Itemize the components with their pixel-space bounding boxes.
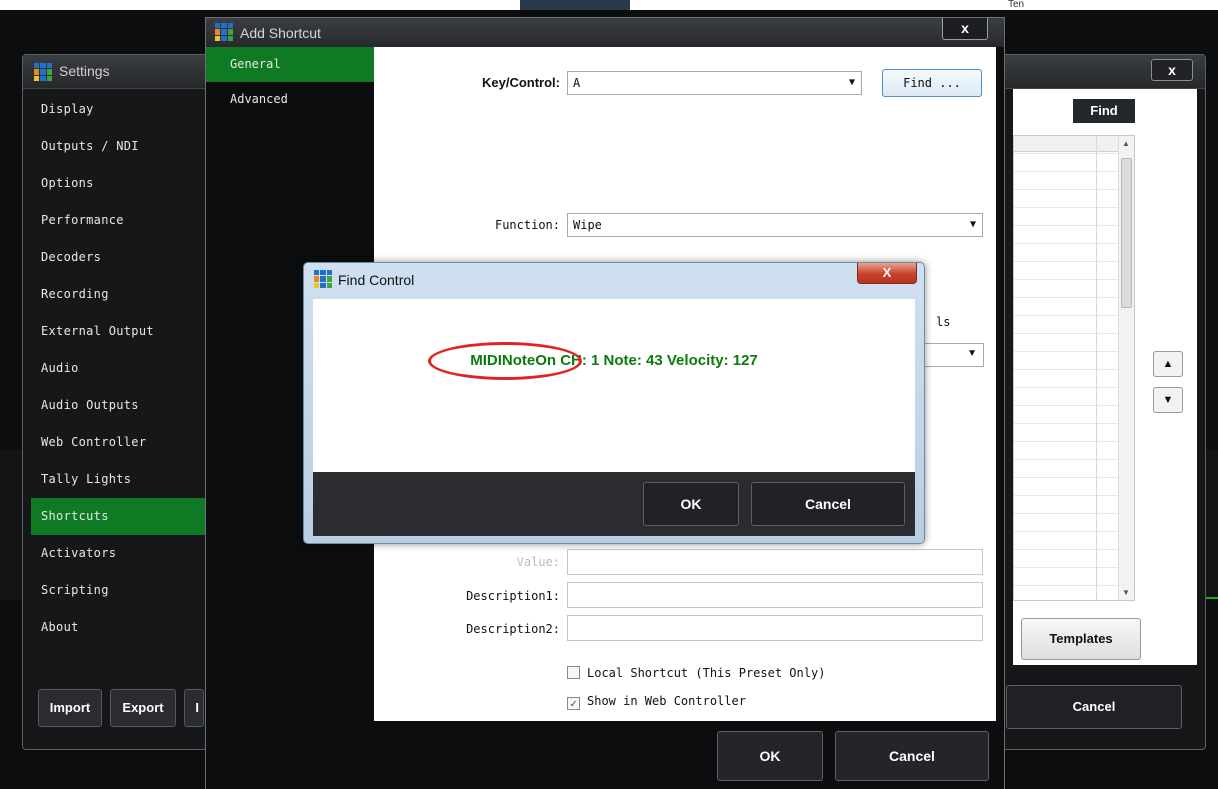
settings-bottom-button-3[interactable]: I (184, 689, 204, 727)
add-shortcut-ok-button[interactable]: OK (717, 731, 823, 781)
settings-nav: Display Outputs / NDI Options Performanc… (31, 91, 221, 651)
description1-label: Description1: (466, 589, 560, 603)
find-control-dialog: Find Control X MIDINoteOn CH: 1 Note: 43… (303, 262, 925, 544)
vmix-logo-icon (34, 63, 52, 81)
description2-input[interactable] (567, 615, 983, 641)
settings-nav-performance[interactable]: Performance (31, 202, 221, 239)
background-topbar-text: Ten (1008, 0, 1025, 10)
scroll-up-icon[interactable]: ▲ (1122, 139, 1130, 148)
background-thumbnail (520, 0, 630, 10)
tab-advanced[interactable]: Advanced (206, 82, 374, 117)
function-value: Wipe (573, 218, 602, 232)
find-control-ok-button[interactable]: OK (643, 482, 739, 526)
hidden-field-label-tail: ls (936, 315, 951, 329)
settings-nav-audio[interactable]: Audio (31, 350, 221, 387)
chevron-down-icon: ▼ (848, 77, 855, 88)
vmix-logo-icon (314, 270, 332, 288)
scroll-down-icon[interactable]: ▼ (1122, 588, 1130, 597)
description1-input[interactable] (567, 582, 983, 608)
show-in-web-controller-label: Show in Web Controller (587, 694, 746, 708)
find-control-title: Find Control (338, 272, 415, 288)
settings-nav-audio-outputs[interactable]: Audio Outputs (31, 387, 221, 424)
shortcuts-table[interactable]: ▲ ▼ (1013, 135, 1135, 601)
key-control-select[interactable]: A ▼ (567, 71, 862, 95)
function-label: Function: (494, 218, 560, 232)
tab-general[interactable]: General (206, 47, 374, 82)
shortcuts-table-column-divider (1096, 136, 1097, 600)
settings-nav-web-controller[interactable]: Web Controller (31, 424, 221, 461)
settings-nav-recording[interactable]: Recording (31, 276, 221, 313)
shortcuts-table-header (1014, 136, 1134, 152)
move-up-button[interactable]: ▲ (1153, 351, 1183, 377)
settings-nav-decoders[interactable]: Decoders (31, 239, 221, 276)
find-control-footer: OK Cancel (313, 472, 915, 536)
show-in-web-controller-row[interactable]: ✓ Show in Web Controller (567, 694, 746, 710)
show-in-web-controller-checkbox[interactable]: ✓ (567, 697, 580, 710)
settings-nav-outputs-ndi[interactable]: Outputs / NDI (31, 128, 221, 165)
settings-nav-tally-lights[interactable]: Tally Lights (31, 461, 221, 498)
key-control-value: A (573, 76, 581, 90)
function-select[interactable]: Wipe ▼ (567, 213, 983, 237)
templates-button[interactable]: Templates (1021, 618, 1141, 660)
local-shortcut-checkbox[interactable] (567, 666, 580, 679)
settings-cancel-button[interactable]: Cancel (1006, 685, 1182, 729)
hidden-field-select[interactable]: ▼ (922, 343, 984, 367)
chevron-down-icon: ▼ (969, 219, 976, 230)
settings-close-button[interactable]: x (1151, 59, 1193, 81)
description2-label: Description2: (466, 622, 560, 636)
move-down-button[interactable]: ▼ (1153, 387, 1183, 413)
local-shortcut-row[interactable]: Local Shortcut (This Preset Only) (567, 666, 825, 680)
value-input[interactable] (567, 549, 983, 575)
settings-nav-options[interactable]: Options (31, 165, 221, 202)
scrollbar-thumb[interactable] (1121, 158, 1132, 308)
shortcuts-table-scrollbar[interactable]: ▲ ▼ (1118, 136, 1134, 600)
key-control-label: Key/Control: (482, 75, 560, 90)
background-top-strip (0, 0, 1218, 10)
import-button[interactable]: Import (38, 689, 102, 727)
settings-nav-shortcuts[interactable]: Shortcuts (31, 498, 221, 535)
add-shortcut-titlebar[interactable]: Add Shortcut x (206, 18, 1004, 47)
settings-nav-external-output[interactable]: External Output (31, 313, 221, 350)
key-control-find-button[interactable]: Find ... (882, 69, 982, 97)
local-shortcut-label: Local Shortcut (This Preset Only) (587, 666, 826, 680)
shortcuts-find-button[interactable]: Find (1073, 99, 1135, 123)
find-control-cancel-button[interactable]: Cancel (751, 482, 905, 526)
midi-message-readout: MIDINoteOn CH: 1 Note: 43 Velocity: 127 (470, 352, 758, 369)
shortcuts-panel: Find ▲ ▼ ▲ ▼ (1013, 89, 1197, 665)
settings-nav-activators[interactable]: Activators (31, 535, 221, 572)
add-shortcut-close-button[interactable]: x (942, 18, 988, 40)
value-label: Value: (516, 555, 560, 569)
export-button[interactable]: Export (110, 689, 176, 727)
find-control-close-button[interactable]: X (857, 263, 917, 284)
settings-title: Settings (59, 63, 110, 79)
add-shortcut-cancel-button[interactable]: Cancel (835, 731, 989, 781)
settings-nav-about[interactable]: About (31, 609, 221, 646)
highlight-ellipse-annotation (428, 342, 582, 380)
add-shortcut-title: Add Shortcut (240, 25, 321, 41)
find-control-body: MIDINoteOn CH: 1 Note: 43 Velocity: 127 (313, 299, 915, 472)
settings-nav-scripting[interactable]: Scripting (31, 572, 221, 609)
settings-nav-display[interactable]: Display (31, 91, 221, 128)
vmix-logo-icon (215, 23, 233, 41)
chevron-down-icon: ▼ (967, 348, 977, 359)
